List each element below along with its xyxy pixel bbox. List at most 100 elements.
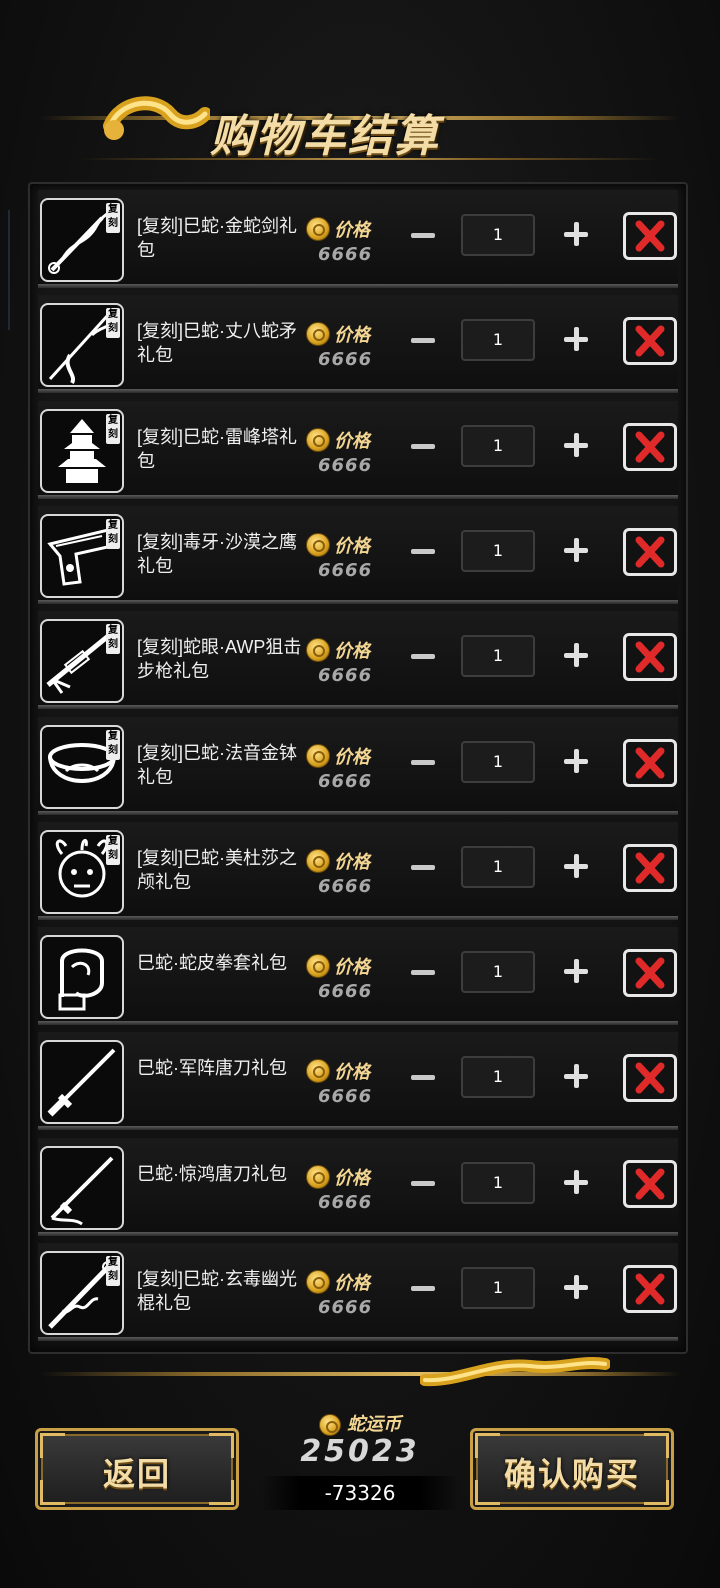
- quantity-input[interactable]: 1: [461, 529, 535, 572]
- back-button[interactable]: 返回: [35, 1428, 239, 1510]
- wallet-panel: 蛇运币 25023 -73326: [260, 1400, 460, 1515]
- decrease-quantity-button[interactable]: [411, 1286, 435, 1291]
- golden-snake-tail-icon: [420, 1357, 610, 1387]
- row-divider: [38, 810, 678, 815]
- remove-item-button[interactable]: [623, 633, 677, 682]
- item-name: 巳蛇·惊鸿唐刀礼包: [137, 1163, 287, 1184]
- quantity-input[interactable]: 1: [461, 214, 535, 256]
- price-label-group: 价格: [306, 743, 386, 768]
- increase-quantity-button[interactable]: [564, 432, 588, 457]
- item-price: 6666: [318, 875, 373, 897]
- remake-tag: 复刻: [106, 308, 120, 339]
- quantity-input[interactable]: 1: [461, 1267, 535, 1309]
- coin-icon: [306, 427, 330, 452]
- item-thumbnail[interactable]: [40, 1040, 124, 1125]
- item-thumbnail[interactable]: 复刻: [40, 724, 124, 809]
- item-thumbnail[interactable]: 复刻: [40, 1251, 124, 1335]
- item-name: [复刻]巳蛇·法音金钵礼包: [137, 742, 297, 787]
- remove-item-button[interactable]: [623, 1159, 677, 1208]
- item-thumbnail[interactable]: 复刻: [40, 513, 124, 598]
- remove-item-button[interactable]: [623, 843, 677, 892]
- quantity-input[interactable]: 1: [461, 424, 535, 467]
- remove-item-button[interactable]: [623, 527, 677, 576]
- item-thumbnail[interactable]: 复刻: [40, 829, 124, 914]
- decrease-quantity-button[interactable]: [411, 759, 435, 765]
- increase-quantity-button[interactable]: [564, 643, 588, 668]
- decrease-quantity-button[interactable]: [411, 970, 435, 976]
- item-price: 6666: [318, 349, 373, 371]
- price-label: 价格: [334, 1167, 370, 1189]
- quantity-input[interactable]: 1: [461, 740, 535, 783]
- increase-quantity-button[interactable]: [564, 853, 588, 878]
- remove-item-button[interactable]: [623, 317, 677, 366]
- confirm-purchase-label: 确认购买: [503, 1455, 640, 1493]
- quantity-input[interactable]: 1: [461, 319, 535, 362]
- cart-item-row: 巳蛇·惊鸿唐刀礼包 价格 6666 1: [38, 1137, 678, 1236]
- close-icon: [635, 1168, 665, 1200]
- quantity-input[interactable]: 1: [461, 845, 535, 888]
- remove-item-button[interactable]: [623, 212, 677, 260]
- quantity-input[interactable]: 1: [461, 1056, 535, 1099]
- row-divider: [38, 494, 678, 499]
- coin-icon: [306, 848, 330, 873]
- remove-item-button[interactable]: [623, 949, 677, 998]
- quantity-input[interactable]: 1: [461, 1161, 535, 1204]
- remake-tag: 复刻: [106, 518, 120, 549]
- increase-quantity-button[interactable]: [564, 1275, 588, 1299]
- increase-quantity-button[interactable]: [564, 222, 588, 246]
- confirm-purchase-button[interactable]: 确认购买: [470, 1428, 674, 1510]
- row-divider: [38, 1231, 678, 1236]
- item-name: [复刻]毒牙·沙漠之鹰礼包: [137, 531, 297, 576]
- price-label-group: 价格: [306, 637, 386, 663]
- increase-quantity-button[interactable]: [564, 748, 588, 773]
- increase-quantity-button[interactable]: [564, 1169, 588, 1194]
- item-thumbnail[interactable]: 复刻: [40, 303, 124, 388]
- wallet-balance: 25023: [300, 1434, 420, 1469]
- price-label: 价格: [334, 957, 370, 979]
- close-icon: [635, 220, 665, 252]
- increase-quantity-button[interactable]: [564, 1064, 588, 1089]
- remake-tag: 复刻: [106, 1256, 120, 1286]
- cart-item-row: 复刻 [复刻]巳蛇·法音金钵礼包 价格 6666 1: [38, 716, 678, 815]
- item-thumbnail[interactable]: 复刻: [40, 619, 124, 704]
- remove-item-button[interactable]: [623, 1265, 677, 1313]
- increase-quantity-button[interactable]: [564, 327, 588, 352]
- close-icon: [635, 641, 665, 673]
- decrease-quantity-button[interactable]: [411, 338, 435, 344]
- remove-item-button[interactable]: [623, 738, 677, 787]
- remake-tag: 复刻: [106, 729, 120, 760]
- decrease-quantity-button[interactable]: [411, 1180, 435, 1186]
- item-thumbnail[interactable]: [40, 1145, 124, 1230]
- item-thumbnail[interactable]: 复刻: [40, 198, 124, 282]
- close-icon: [635, 747, 665, 778]
- decrease-quantity-button[interactable]: [411, 443, 435, 449]
- item-name: [复刻]巳蛇·雷峰塔礼包: [137, 426, 297, 471]
- close-icon: [635, 431, 665, 463]
- item-name: 巳蛇·军阵唐刀礼包: [137, 1058, 287, 1079]
- item-name: [复刻]巳蛇·玄毒幽光棍礼包: [137, 1269, 297, 1313]
- decrease-quantity-button[interactable]: [411, 864, 435, 870]
- item-thumbnail[interactable]: 复刻: [40, 408, 124, 493]
- remove-item-button[interactable]: [623, 1054, 677, 1103]
- tang-sword-icon: [47, 1048, 116, 1117]
- item-name: [复刻]蛇眼·AWP狙击步枪礼包: [137, 637, 302, 682]
- coin-icon: [306, 743, 330, 768]
- decrease-quantity-button[interactable]: [411, 233, 435, 238]
- edge-accent: [0, 210, 10, 330]
- quantity-input[interactable]: 1: [461, 951, 535, 994]
- remove-item-button[interactable]: [623, 422, 677, 471]
- price-label: 价格: [334, 535, 370, 557]
- item-name: [复刻]巳蛇·美杜莎之颅礼包: [137, 847, 297, 892]
- row-divider: [38, 1126, 678, 1131]
- cart-list[interactable]: 复刻 [复刻]巳蛇·金蛇剑礼包 价格 6666 1 复刻 [复刻]巳蛇·丈八蛇矛…: [28, 182, 688, 1354]
- coin-icon: [306, 1270, 330, 1294]
- quantity-input[interactable]: 1: [461, 635, 535, 678]
- increase-quantity-button[interactable]: [564, 959, 588, 984]
- decrease-quantity-button[interactable]: [411, 654, 435, 660]
- increase-quantity-button[interactable]: [564, 537, 588, 562]
- row-divider: [38, 284, 678, 288]
- decrease-quantity-button[interactable]: [411, 548, 435, 554]
- decrease-quantity-button[interactable]: [411, 1075, 435, 1081]
- close-icon: [635, 957, 665, 989]
- item-thumbnail[interactable]: [40, 935, 124, 1020]
